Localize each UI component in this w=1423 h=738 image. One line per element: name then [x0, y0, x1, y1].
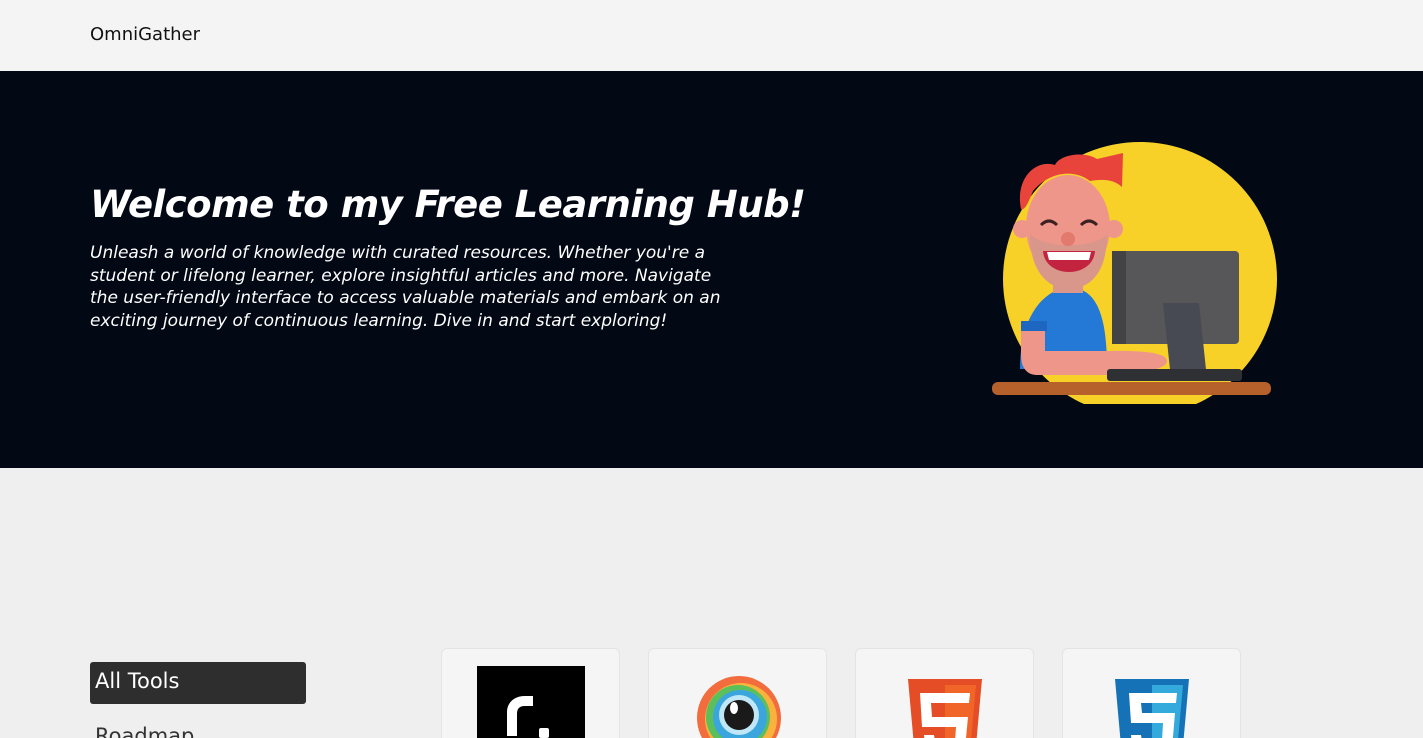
css3-logo-icon — [1115, 679, 1189, 738]
filter-all-tools-label: All Tools — [95, 669, 180, 693]
person-at-computer-illustration — [992, 142, 1277, 404]
filter-all-tools[interactable]: All Tools — [90, 662, 306, 704]
hero-title: Welcome to my Free Learning Hub! — [90, 183, 806, 226]
top-navbar: OmniGather — [0, 0, 1423, 71]
rainbow-eye-logo-icon — [697, 676, 781, 738]
brand-logo-text[interactable]: OmniGather — [90, 24, 200, 45]
tool-card[interactable] — [648, 648, 827, 738]
tool-card[interactable] — [1062, 648, 1241, 738]
hero-banner: Welcome to my Free Learning Hub! Unleash… — [0, 71, 1423, 468]
tool-card[interactable] — [441, 648, 620, 738]
tools-section: All Tools Roadmap — [0, 468, 1423, 738]
html5-logo-icon — [908, 679, 982, 738]
black-square-logo-icon — [477, 666, 585, 738]
hero-description: Unleash a world of knowledge with curate… — [90, 243, 721, 332]
tool-card[interactable] — [855, 648, 1034, 738]
filter-roadmap[interactable]: Roadmap — [95, 724, 194, 738]
